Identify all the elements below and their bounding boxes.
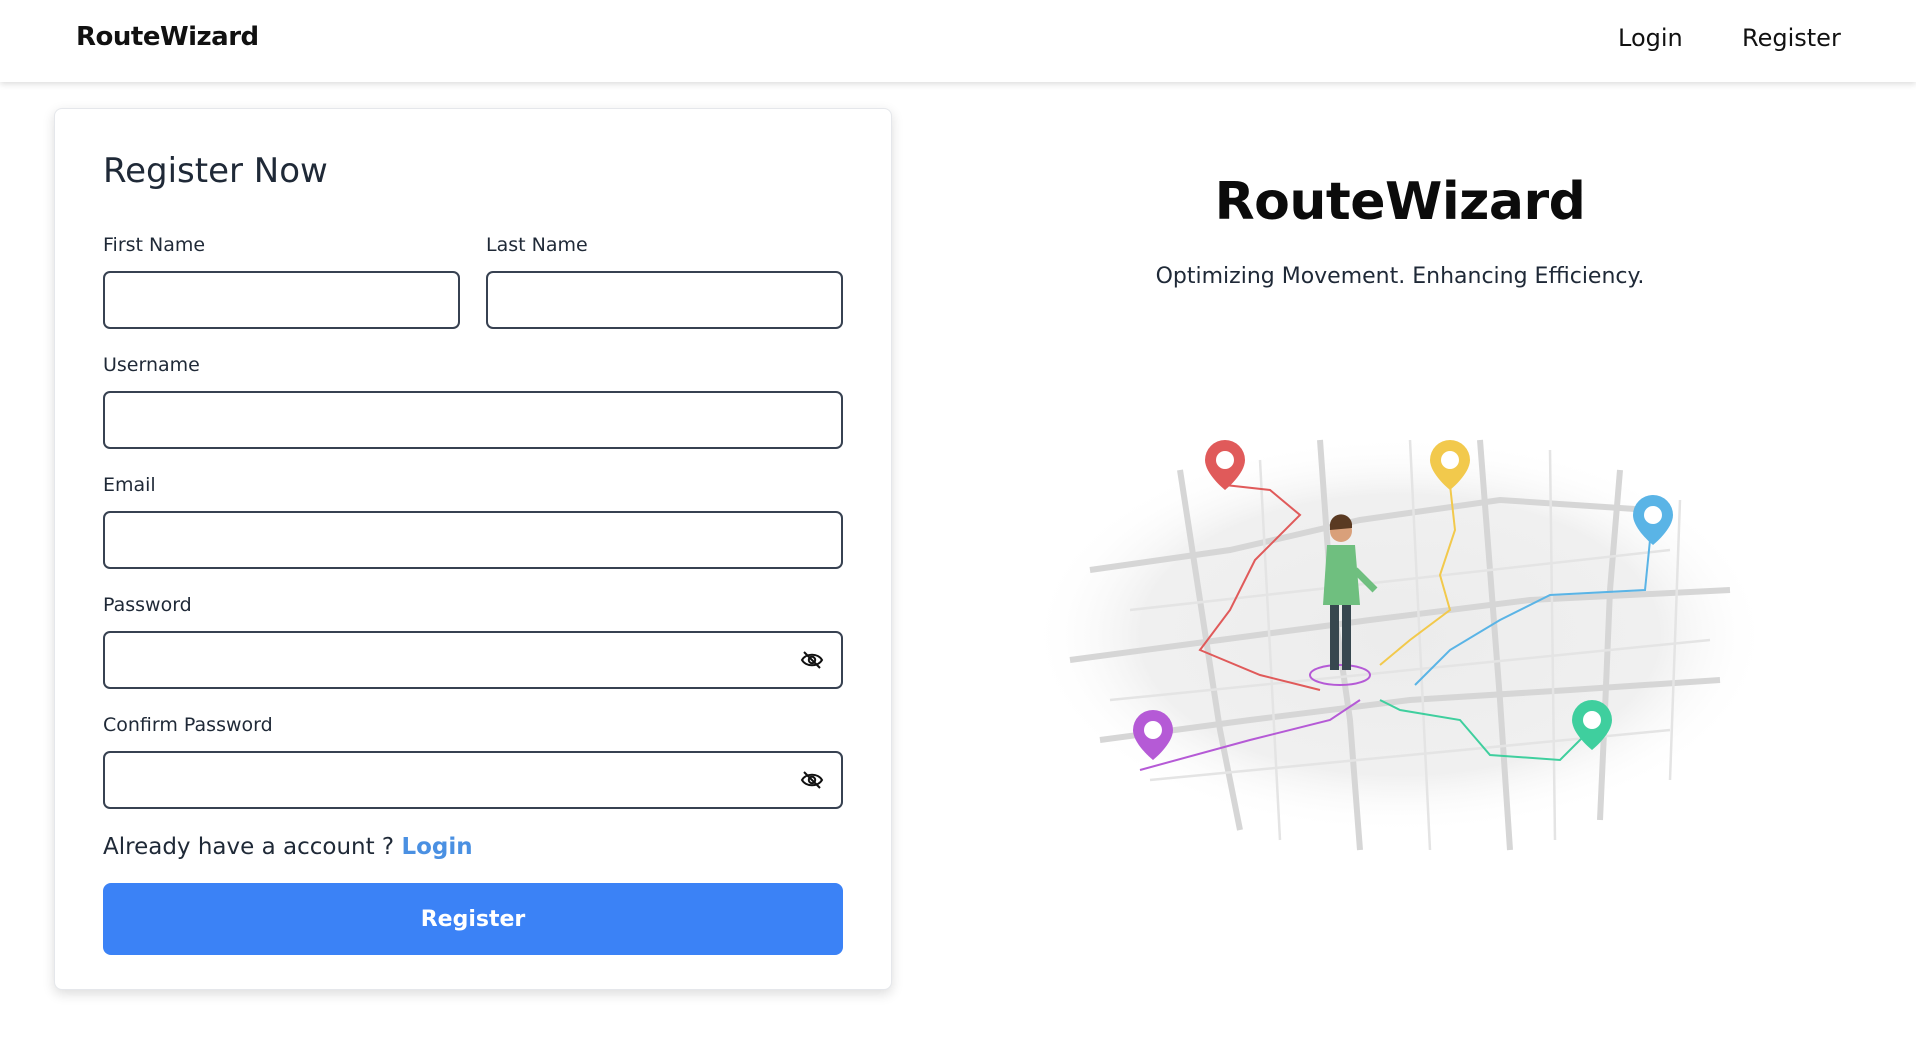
login-link[interactable]: Login: [401, 834, 472, 860]
brand-logo[interactable]: RouteWizard: [76, 22, 259, 52]
first-name-input[interactable]: [103, 271, 460, 329]
already-account-label: Already have a account ?: [103, 834, 395, 860]
username-input[interactable]: [103, 391, 843, 449]
register-button[interactable]: Register: [103, 883, 843, 955]
register-card: Register Now First Name Last Name Userna…: [54, 108, 892, 990]
hero-subtitle: Optimizing Movement. Enhancing Efficienc…: [1155, 264, 1645, 289]
map-illustration: [1030, 435, 1770, 851]
password-toggle-eye-slash-icon[interactable]: [798, 648, 826, 672]
email-input[interactable]: [103, 511, 843, 569]
last-name-label: Last Name: [486, 234, 588, 256]
confirm-password-input[interactable]: [103, 751, 843, 809]
nav-register-link[interactable]: Register: [1742, 24, 1841, 52]
confirm-password-label: Confirm Password: [103, 714, 273, 736]
password-label: Password: [103, 594, 192, 616]
map-base: [1030, 435, 1770, 835]
password-input[interactable]: [103, 631, 843, 689]
form-title: Register Now: [103, 151, 328, 191]
email-label: Email: [103, 474, 156, 496]
confirm-password-toggle-eye-slash-icon[interactable]: [798, 768, 826, 792]
nav-login-link[interactable]: Login: [1618, 24, 1683, 52]
last-name-input[interactable]: [486, 271, 843, 329]
first-name-label: First Name: [103, 234, 206, 256]
hero-title: RouteWizard: [1214, 172, 1586, 232]
navbar: RouteWizard Login Register: [0, 0, 1916, 82]
username-label: Username: [103, 354, 200, 376]
already-account-text: Already have a account ? Login: [103, 834, 473, 860]
eye-slash-icon: [800, 771, 824, 789]
eye-slash-icon: [800, 651, 824, 669]
